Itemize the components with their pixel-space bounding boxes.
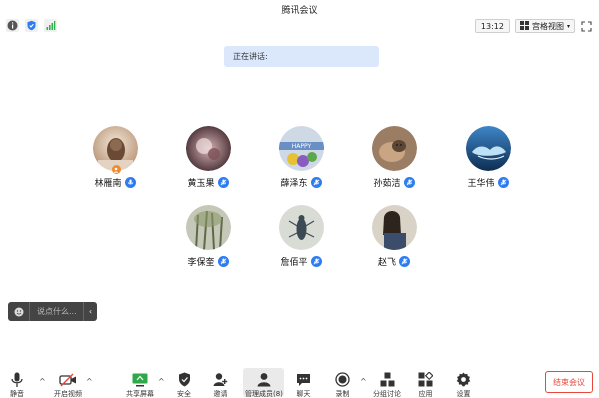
participant-tile[interactable]: 赵飞: [354, 205, 434, 268]
apps-button[interactable]: 应用: [418, 371, 433, 398]
settings-button[interactable]: 设置: [456, 371, 471, 398]
add-user-icon: [213, 371, 228, 388]
participant-tile[interactable]: 孙茹洁: [354, 126, 434, 189]
microphone-icon: [124, 177, 136, 188]
avatar: [92, 126, 138, 174]
microphone-muted-icon: [217, 177, 229, 188]
participant-tile[interactable]: 李保奎: [168, 205, 248, 268]
record-icon: [335, 371, 350, 388]
mute-button[interactable]: 静音: [10, 371, 24, 398]
breakout-icon: [380, 371, 395, 388]
shield-icon[interactable]: [25, 19, 38, 32]
video-off-icon: [59, 371, 77, 388]
gear-icon: [456, 371, 471, 388]
window-title: 腾讯会议: [281, 5, 318, 16]
share-screen-button[interactable]: 共享屏幕: [126, 371, 154, 398]
participant-tile[interactable]: HAPPY 薛泽东: [261, 126, 341, 189]
avatar: [371, 126, 417, 171]
microphone-muted-icon: [497, 177, 509, 188]
chat-button[interactable]: 聊天: [296, 371, 311, 398]
avatar: [465, 126, 511, 171]
record-options-caret[interactable]: ^: [360, 377, 367, 386]
record-button[interactable]: 录制: [335, 371, 350, 398]
manage-members-button[interactable]: 管理成员(8): [245, 371, 283, 398]
participant-name: 李保奎: [187, 258, 215, 268]
shield-icon: [178, 371, 191, 388]
fullscreen-icon[interactable]: [580, 20, 593, 33]
microphone-muted-icon: [310, 177, 322, 188]
chevron-down-icon: ▾: [566, 22, 570, 30]
participant-name: 赵飞: [377, 258, 396, 268]
avatar: [371, 205, 417, 250]
view-label: 宫格视图: [531, 21, 564, 31]
chat-input[interactable]: 说点什么...: [30, 306, 83, 317]
avatar: HAPPY: [278, 126, 324, 171]
microphone-muted-icon: [399, 256, 410, 267]
members-icon: [257, 371, 271, 388]
participant-name: 林雁南: [94, 179, 122, 189]
info-icon[interactable]: [6, 19, 19, 32]
security-button[interactable]: 安全: [177, 371, 191, 398]
video-options-caret[interactable]: ^: [86, 377, 93, 386]
participant-tile[interactable]: 黄玉果: [168, 126, 248, 189]
participant-name: 黄玉果: [187, 179, 215, 189]
title-bar: 腾讯会议: [0, 0, 599, 18]
participant-tile[interactable]: 詹佰平: [261, 205, 341, 268]
host-badge-icon: [111, 165, 121, 174]
svg-text:HAPPY: HAPPY: [291, 143, 311, 150]
breakout-rooms-button[interactable]: 分组讨论: [373, 371, 401, 398]
chat-icon: [296, 371, 311, 388]
avatar: [185, 205, 231, 250]
invite-button[interactable]: 邀请: [213, 371, 228, 398]
microphone-muted-icon: [310, 256, 322, 267]
quick-chat-bar[interactable]: 说点什么... ‹: [8, 302, 97, 321]
emoji-icon[interactable]: [8, 302, 30, 321]
avatar: [185, 126, 231, 171]
participant-tile[interactable]: 林雁南: [75, 126, 155, 189]
meeting-timer: 13:12: [474, 19, 510, 33]
participant-name: 孙茹洁: [373, 179, 401, 189]
share-screen-icon: [132, 371, 148, 388]
top-toolbar: 13:12 宫格视图 ▾: [0, 18, 599, 36]
video-button[interactable]: 开启视频: [54, 371, 82, 398]
microphone-muted-icon: [403, 177, 415, 188]
participant-name: 薛泽东: [280, 179, 308, 189]
chevron-left-icon[interactable]: ‹: [83, 302, 97, 321]
view-switch-button[interactable]: 宫格视图 ▾: [514, 19, 575, 33]
microphone-muted-icon: [217, 256, 229, 267]
participant-name: 王华伟: [467, 179, 495, 189]
apps-icon: [418, 371, 433, 388]
bottom-toolbar: 静音 ^ 开启视频 ^ 共享屏幕 ^ 安全 邀请 管理成员(8) 聊天 录制 ^…: [0, 365, 599, 398]
speaking-indicator: 正在讲话:: [224, 46, 379, 67]
mute-options-caret[interactable]: ^: [39, 377, 46, 386]
share-options-caret[interactable]: ^: [158, 377, 165, 386]
end-meeting-button[interactable]: 结束会议: [545, 371, 593, 393]
avatar: [278, 205, 324, 250]
microphone-icon: [10, 371, 24, 388]
participant-tile[interactable]: 王华伟: [448, 126, 528, 189]
participant-name: 詹佰平: [280, 258, 308, 268]
grid-view-icon: [519, 20, 529, 32]
signal-icon[interactable]: [44, 19, 57, 32]
